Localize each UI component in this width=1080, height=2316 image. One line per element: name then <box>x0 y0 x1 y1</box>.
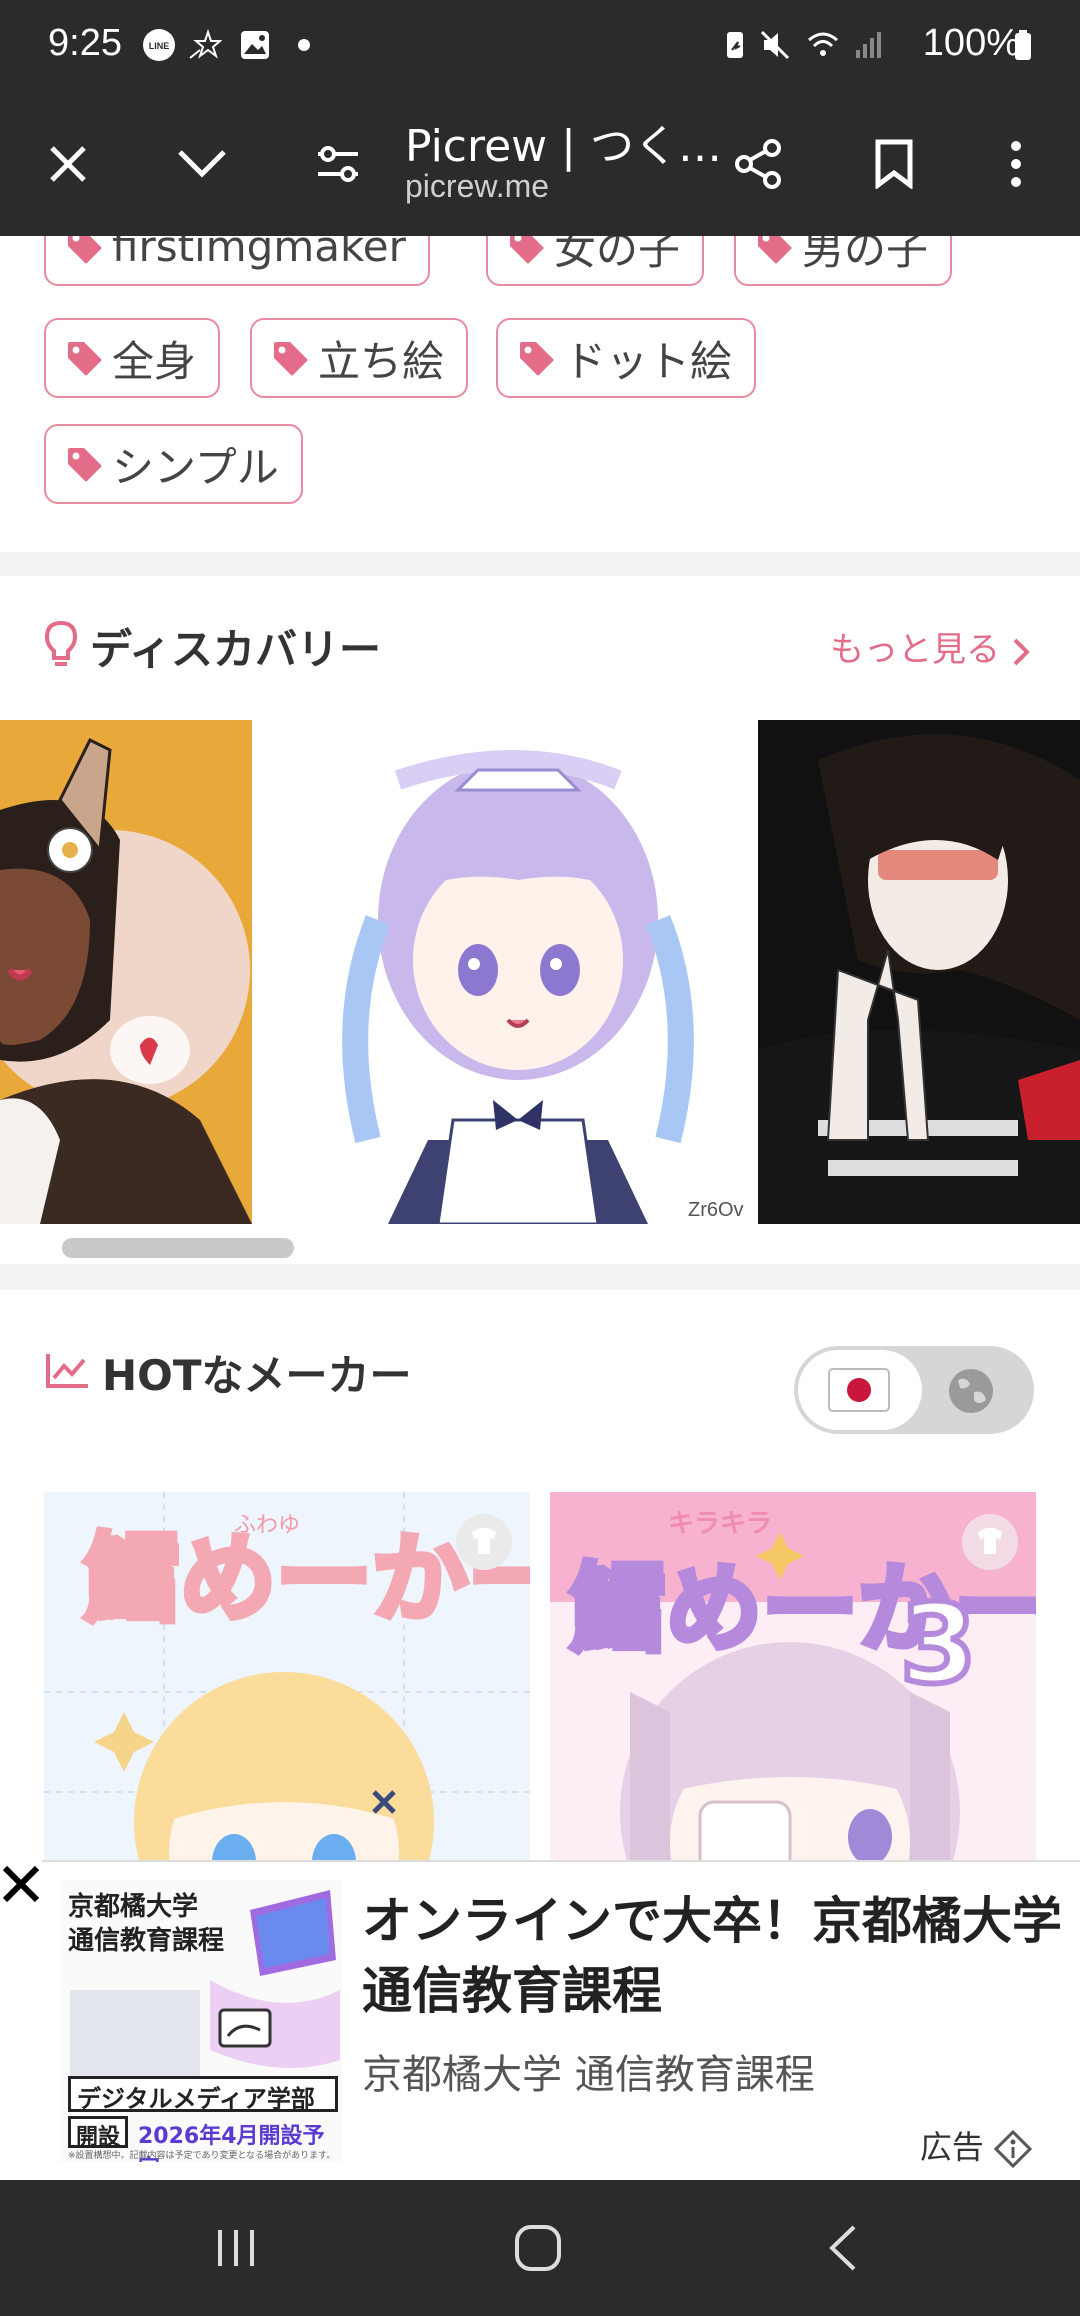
more-icon <box>1011 141 1021 187</box>
battery-percent: 100% <box>922 22 1020 64</box>
discovery-card: ディスカバリー もっと見る Zr6Ov <box>0 576 1080 1264</box>
discovery-title: ディスカバリー <box>90 625 382 674</box>
recent-apps-icon <box>218 2230 254 2266</box>
hot-makers-title: HOTなメーカー <box>102 1351 412 1400</box>
maker-thumbnail-image: 鱈めーかー キラキラ 3 <box>550 1492 1036 1912</box>
tag-boy[interactable]: 男の子 <box>734 236 953 286</box>
hot-maker-2[interactable]: 鱈めーかー キラキラ 3 <box>550 1492 1036 1912</box>
ad-image-title: 京都橘大学 通信教育課程 <box>68 1892 225 1956</box>
line-icon: LINE <box>143 29 175 61</box>
page-url[interactable]: picrew.me <box>405 168 549 205</box>
tag-label: ドット絵 <box>564 336 733 386</box>
ad-banner[interactable]: 京都橘大学 通信教育課程 デジタルメディア学部 開設 2026年4月開設予定 ※… <box>42 1860 1080 2180</box>
thumbnail-image <box>758 734 1080 1224</box>
tag-icon <box>68 236 102 264</box>
region-toggle[interactable] <box>794 1346 1034 1434</box>
signal-icon <box>856 32 881 58</box>
maker-1-ruby: ふわゆ <box>234 1513 300 1538</box>
maker-2-ruby: キラキラ <box>668 1509 772 1539</box>
ad-image-badge: デジタルメディア学部 <box>68 2076 338 2113</box>
chevron-right-icon <box>1013 638 1030 665</box>
home-icon <box>515 2225 561 2271</box>
tag-label: 立ち絵 <box>318 336 445 386</box>
tag-simple[interactable]: シンプル <box>44 424 303 504</box>
close-tab-button[interactable] <box>34 130 102 198</box>
ad-image-note: ※設置構想中。記載内容は予定であり変更となる場合があります。 <box>68 2151 336 2161</box>
tag-full-body[interactable]: 全身 <box>44 318 221 398</box>
ad-headline[interactable]: オンラインで大卒！京都橘大学通信教育課程 <box>362 1886 1062 2026</box>
ad-label-text: 広告 <box>919 2128 984 2166</box>
tag-label: シンプル <box>112 442 279 492</box>
ad-image-badge2: 開設 <box>68 2116 128 2150</box>
tag-icon <box>68 342 102 376</box>
tag-label: 全身 <box>112 336 197 386</box>
thumb-watermark: Zr6Ov <box>688 1199 744 1221</box>
ad-image: 京都橘大学 通信教育課程 デジタルメディア学部 開設 2026年4月開設予定 ※… <box>60 1880 342 2162</box>
status-time: 9:25 <box>48 22 122 64</box>
site-settings-icon <box>318 146 358 182</box>
star-notification-icon <box>189 28 222 59</box>
tag-icon <box>510 236 544 264</box>
share-icon <box>735 139 781 189</box>
ad-close-button[interactable] <box>0 1856 42 1912</box>
wifi-icon <box>808 32 838 56</box>
back-icon <box>829 2225 856 2271</box>
close-icon <box>50 146 86 182</box>
hot-maker-1[interactable]: 鱈めーかー ふわゆ <box>44 1492 530 1912</box>
close-icon <box>2 1865 40 1903</box>
recent-apps-button[interactable] <box>188 2200 284 2296</box>
share-button[interactable] <box>724 130 792 198</box>
tag-label: firstimgmaker <box>112 236 406 271</box>
tags-card: firstimgmaker 女の子 男の子 全身 立ち絵 ドット絵 シンプル <box>0 236 1080 552</box>
home-button[interactable] <box>490 2200 586 2296</box>
ad-label[interactable]: 広告 <box>919 2122 1033 2169</box>
more-link-label: もっと見る <box>830 630 1000 670</box>
more-button[interactable] <box>982 130 1050 198</box>
ad-info-icon <box>993 2129 1033 2169</box>
trending-chart-icon <box>46 1354 88 1388</box>
page-title[interactable]: Picrew | つく… <box>405 110 722 174</box>
tag-label: 女の子 <box>554 236 681 274</box>
thumbnail-image: Zr6Ov <box>342 750 744 1224</box>
maker-thumbnail-image: 鱈めーかー ふわゆ <box>44 1492 530 1912</box>
ad-advertiser[interactable]: 京都橘大学 通信教育課程 <box>362 2042 815 2100</box>
gallery-icon <box>241 31 269 59</box>
browser-toolbar: Picrew | つく… picrew.me <box>0 92 1080 236</box>
chevron-down-icon <box>178 150 226 178</box>
tag-icon <box>758 236 792 264</box>
japan-flag-icon <box>828 1368 890 1412</box>
discovery-thumb-1[interactable] <box>0 720 252 1224</box>
system-navigation-bar <box>0 2180 1080 2316</box>
bookmark-button[interactable] <box>860 130 928 198</box>
maker-2-number: 3 <box>900 1580 977 1708</box>
tag-icon <box>68 448 102 482</box>
tag-icon <box>274 342 308 376</box>
status-bar: 9:25 LINE 100% <box>0 0 1080 92</box>
discovery-thumb-3[interactable] <box>758 720 1080 1224</box>
discovery-more-link[interactable]: もっと見る <box>830 622 1031 671</box>
horizontal-scrollbar[interactable] <box>62 1238 294 1258</box>
dot-icon <box>298 39 310 51</box>
tag-label: 男の子 <box>802 236 929 274</box>
tag-pixel[interactable]: ドット絵 <box>496 318 757 398</box>
thumbnail-image <box>0 737 252 1224</box>
back-button[interactable] <box>794 2200 890 2296</box>
mute-icon <box>760 30 790 60</box>
site-settings-button[interactable] <box>304 130 372 198</box>
bookmark-icon <box>875 139 913 189</box>
tag-girl[interactable]: 女の子 <box>486 236 705 286</box>
svg-text:LINE: LINE <box>149 41 170 51</box>
globe-icon <box>949 1369 993 1413</box>
battery-saver-icon <box>727 32 743 58</box>
tag-standing[interactable]: 立ち絵 <box>250 318 469 398</box>
discovery-thumb-2[interactable]: Zr6Ov <box>278 720 756 1224</box>
tag-firstimgmaker[interactable]: firstimgmaker <box>44 236 430 286</box>
battery-icon <box>1015 30 1031 60</box>
minimize-button[interactable] <box>168 130 236 198</box>
lightbulb-icon <box>44 620 78 666</box>
tag-icon <box>520 342 554 376</box>
